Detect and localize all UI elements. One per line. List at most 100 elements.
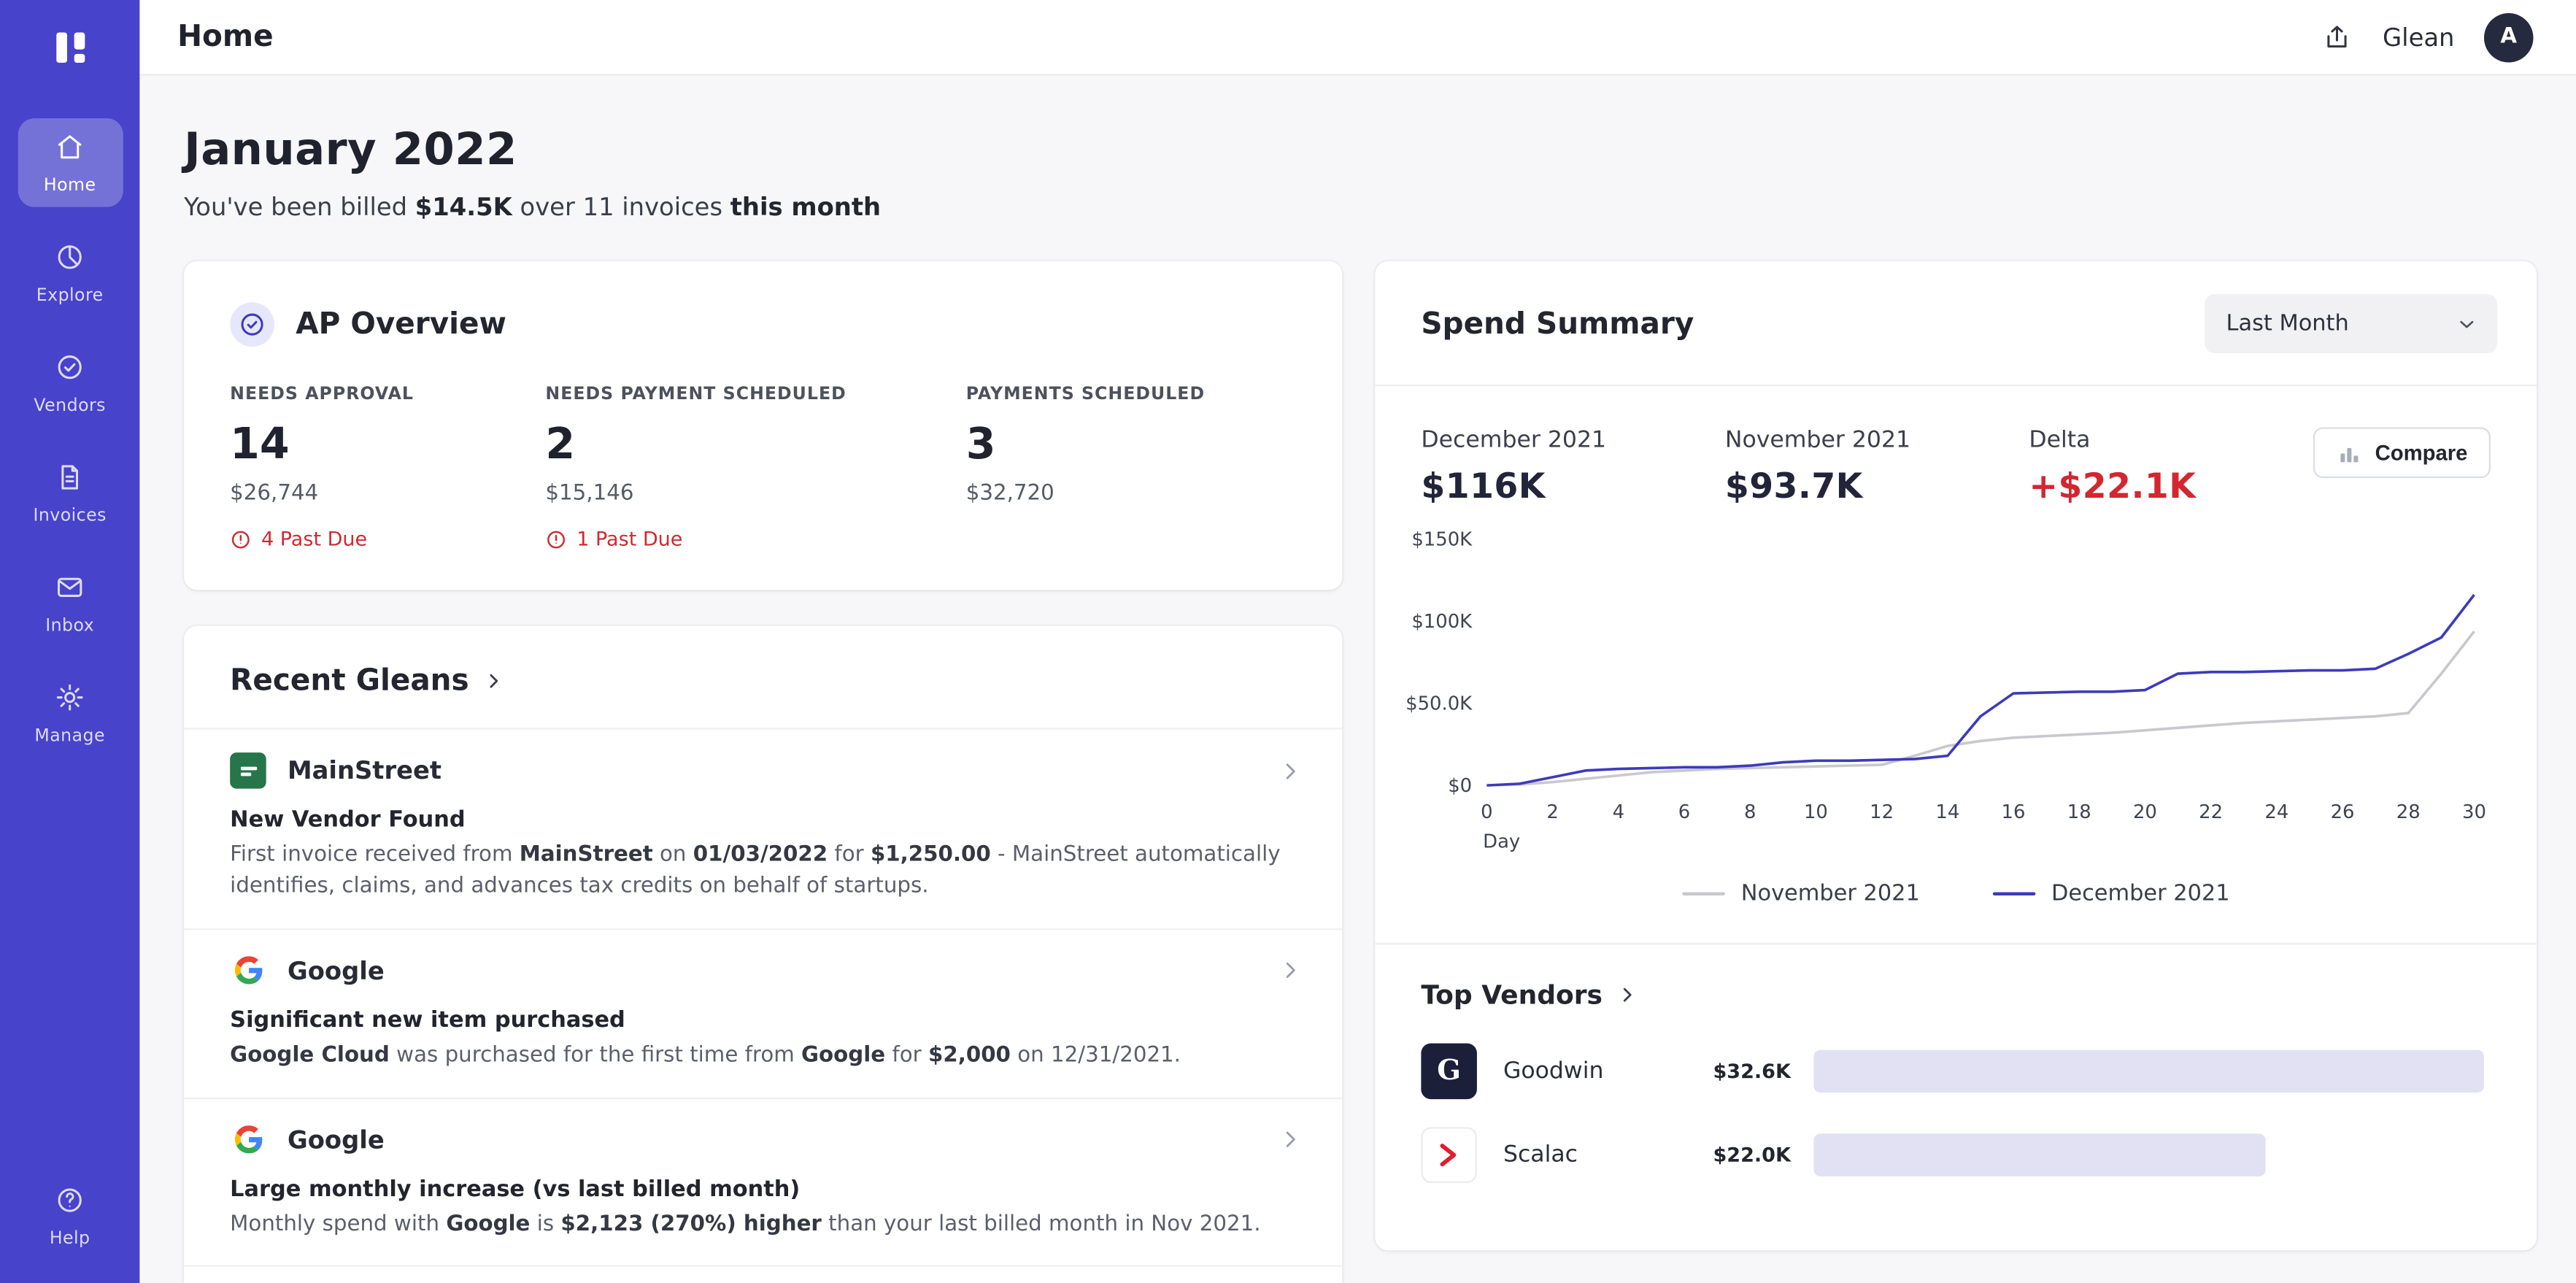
sidebar-item-invoices[interactable]: Invoices bbox=[18, 449, 123, 538]
sidebar-item-explore[interactable]: Explore bbox=[18, 228, 123, 317]
glean-item-google-monthly-increase[interactable]: Google Large monthly increase (vs last b… bbox=[184, 1097, 1342, 1266]
vendor-row-goodwin[interactable]: G Goodwin $32.6K bbox=[1421, 1044, 2491, 1100]
brand-name: Glean bbox=[2383, 22, 2454, 52]
text-segment: is bbox=[530, 1211, 560, 1236]
legend-label: November 2021 bbox=[1741, 881, 1920, 907]
text-segment: over 11 invoices bbox=[512, 192, 730, 222]
ap-overview-title: AP Overview bbox=[296, 307, 506, 342]
envelope-icon bbox=[54, 571, 85, 608]
period-select[interactable]: Last Month bbox=[2205, 294, 2497, 353]
sidebar-nav: Home Explore Vendors Invoices Inbox Mana… bbox=[0, 118, 139, 758]
svg-text:22: 22 bbox=[2199, 801, 2223, 823]
sidebar-item-label: Home bbox=[44, 176, 96, 196]
avatar[interactable]: A bbox=[2484, 12, 2534, 62]
chevron-right-icon[interactable] bbox=[1279, 758, 1303, 783]
sidebar-item-manage[interactable]: Manage bbox=[18, 669, 123, 758]
sidebar-item-inbox[interactable]: Inbox bbox=[18, 558, 123, 647]
glean-description: Google Cloud was purchased for the first… bbox=[230, 1041, 1303, 1072]
vendor-name: Google bbox=[288, 1125, 385, 1155]
compare-label: Compare bbox=[2375, 440, 2468, 465]
stat-value: +$22.1K bbox=[2029, 466, 2196, 506]
sidebar-item-label: Inbox bbox=[45, 616, 94, 636]
top-vendors-link[interactable]: Top Vendors bbox=[1421, 979, 2491, 1011]
app-root: Home Explore Vendors Invoices Inbox Mana… bbox=[0, 0, 2576, 1283]
period-select-value: Last Month bbox=[2226, 310, 2349, 336]
past-due-badge[interactable]: 1 Past Due bbox=[545, 528, 965, 551]
vendor-name: Google bbox=[288, 956, 385, 986]
vendor-amount: $22.0K bbox=[1675, 1144, 1791, 1167]
billing-summary: You've been billed $14.5K over 11 invoic… bbox=[184, 192, 2537, 222]
svg-text:$50.0K: $50.0K bbox=[1405, 693, 1473, 715]
ap-stat-needs-payment-scheduled: NEEDS PAYMENT SCHEDULED 2 $15,146 1 Past… bbox=[545, 385, 965, 550]
stat-label: NEEDS PAYMENT SCHEDULED bbox=[545, 385, 965, 404]
svg-text:24: 24 bbox=[2264, 801, 2288, 823]
text-segment: for bbox=[885, 1043, 928, 1068]
content: January 2022 You've been billed $14.5K o… bbox=[139, 76, 2576, 1283]
glean-item-mainstreet[interactable]: MainStreet New Vendor Found First invoic… bbox=[184, 728, 1342, 928]
sidebar: Home Explore Vendors Invoices Inbox Mana… bbox=[0, 0, 139, 1283]
bar-chart-icon bbox=[2336, 439, 2362, 466]
svg-text:14: 14 bbox=[1935, 801, 1959, 823]
sidebar-item-vendors[interactable]: Vendors bbox=[18, 339, 123, 428]
ap-stat-payments-scheduled: PAYMENTS SCHEDULED 3 $32,720 bbox=[966, 385, 1205, 550]
stat-amount: $32,720 bbox=[966, 482, 1205, 506]
svg-text:$150K: $150K bbox=[1411, 528, 1473, 550]
mainstreet-logo bbox=[230, 752, 266, 789]
text-segment: $14.5K bbox=[415, 192, 512, 222]
page-title: Home bbox=[177, 20, 273, 54]
december-line-swatch bbox=[1992, 892, 2035, 895]
spend-chart-area: $0$50.0K$100K$150K0246810121416182022242… bbox=[1375, 512, 2537, 854]
glean-headline: Significant new item purchased bbox=[230, 1006, 1303, 1033]
text-segment: You've been billed bbox=[184, 192, 415, 222]
stat-label: Delta bbox=[2029, 427, 2196, 453]
text-segment: this month bbox=[730, 192, 881, 222]
chevron-right-icon[interactable] bbox=[1279, 1127, 1303, 1152]
recent-gleans-link[interactable]: Recent Gleans bbox=[184, 626, 1342, 728]
glean-item-microsoft[interactable]: Microsoft bbox=[184, 1265, 1342, 1283]
ap-stat-needs-approval: NEEDS APPROVAL 14 $26,744 4 Past Due bbox=[230, 385, 545, 550]
text-segment: Google bbox=[801, 1043, 885, 1068]
svg-text:20: 20 bbox=[2133, 801, 2157, 823]
text-segment: Monthly spend with bbox=[230, 1211, 446, 1236]
gear-icon bbox=[54, 682, 85, 718]
text-segment: Google Cloud bbox=[230, 1043, 390, 1068]
stat-value: $93.7K bbox=[1725, 466, 2029, 506]
spend-stat-december: December 2021 $116K bbox=[1421, 427, 1724, 506]
svg-text:28: 28 bbox=[2396, 801, 2421, 823]
home-icon bbox=[54, 131, 85, 168]
compare-button[interactable]: Compare bbox=[2313, 427, 2491, 478]
past-due-badge[interactable]: 4 Past Due bbox=[230, 528, 545, 551]
vendor-name: Scalac bbox=[1503, 1142, 1675, 1168]
alert-icon bbox=[230, 528, 251, 550]
stat-count: 2 bbox=[545, 420, 965, 470]
svg-text:6: 6 bbox=[1678, 801, 1690, 823]
vendor-row-scalac[interactable]: Scalac $22.0K bbox=[1421, 1127, 2491, 1183]
svg-text:12: 12 bbox=[1870, 801, 1894, 823]
glean-headline: New Vendor Found bbox=[230, 806, 1303, 833]
sidebar-item-label: Vendors bbox=[34, 396, 106, 416]
stat-value: $116K bbox=[1421, 466, 1724, 506]
glean-logo bbox=[48, 26, 91, 69]
vendor-spend-bar bbox=[1813, 1050, 2484, 1093]
sidebar-item-help[interactable]: Help bbox=[18, 1171, 123, 1260]
chevron-right-icon bbox=[484, 671, 505, 692]
svg-text:30: 30 bbox=[2462, 801, 2486, 823]
chevron-right-icon[interactable] bbox=[1279, 958, 1303, 983]
share-icon[interactable] bbox=[2322, 21, 2353, 53]
glean-item-google-new-item[interactable]: Google Significant new item purchased Go… bbox=[184, 928, 1342, 1097]
legend-item-november: November 2021 bbox=[1682, 881, 1920, 907]
check-circle-icon bbox=[54, 352, 85, 388]
glean-description: Monthly spend with Google is $2,123 (270… bbox=[230, 1210, 1303, 1241]
text-segment: MainStreet bbox=[520, 843, 653, 868]
svg-text:$100K: $100K bbox=[1411, 611, 1473, 633]
svg-text:10: 10 bbox=[1804, 801, 1828, 823]
svg-text:26: 26 bbox=[2331, 801, 2355, 823]
svg-text:$0: $0 bbox=[1448, 775, 1472, 797]
stat-amount: $26,744 bbox=[230, 482, 545, 506]
goodwin-logo: G bbox=[1421, 1044, 1477, 1100]
document-icon bbox=[54, 462, 85, 498]
text-segment: 01/03/2022 bbox=[693, 843, 828, 868]
svg-text:18: 18 bbox=[2067, 801, 2091, 823]
sidebar-item-home[interactable]: Home bbox=[18, 118, 123, 207]
legend-item-december: December 2021 bbox=[1992, 881, 2230, 907]
